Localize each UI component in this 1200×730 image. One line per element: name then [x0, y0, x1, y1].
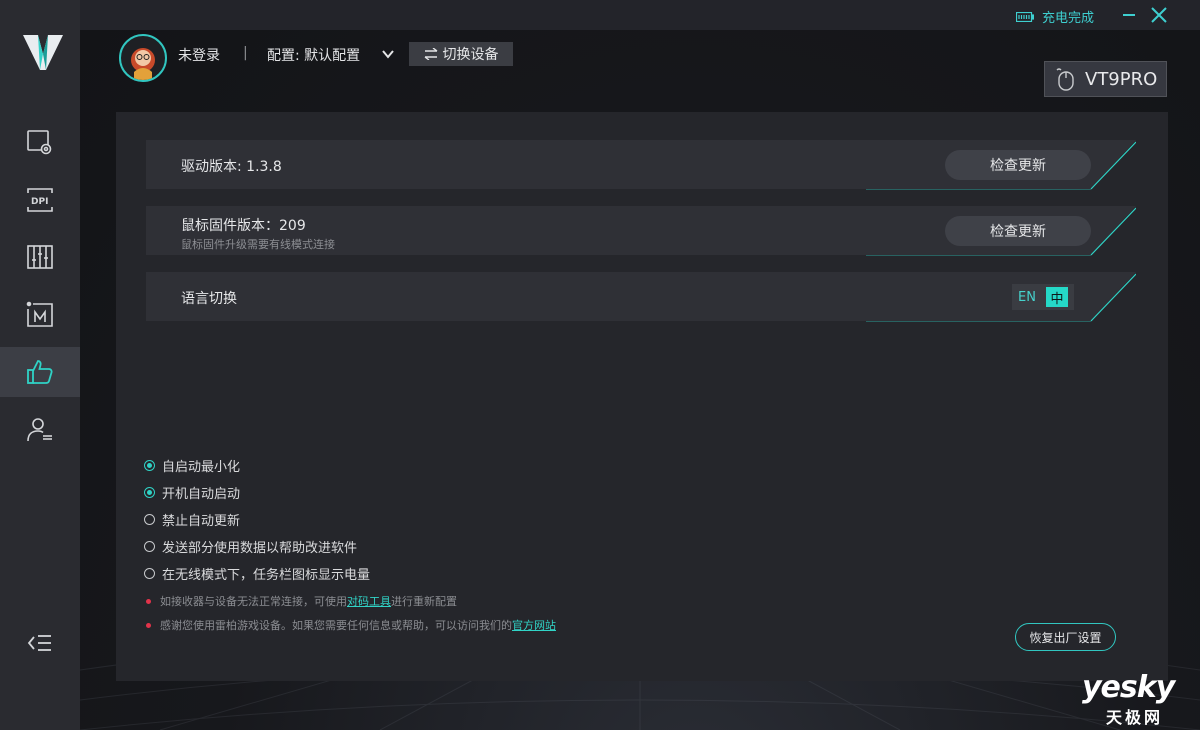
watermark-site-name: 天极网	[1106, 708, 1164, 727]
user-list-icon	[27, 418, 52, 442]
check-firmware-update-button[interactable]: 检查更新	[945, 216, 1091, 246]
language-option-en[interactable]: EN	[1012, 290, 1042, 305]
charge-status-text: 充电完成	[1042, 11, 1095, 26]
watermark-logo-text: yesky	[1082, 670, 1175, 705]
equalizer-sliders-icon	[27, 245, 53, 269]
note-text-before: 感谢您使用雷柏游戏设备。如果您需要任何信息或帮助，可以访问我们的	[160, 619, 512, 632]
header-divider: |	[243, 45, 248, 61]
screen-settings-icon	[27, 130, 52, 155]
firmware-version-row: 鼠标固件版本：209 鼠标固件升级需要有线模式连接 检查更新	[146, 206, 1136, 256]
option-label: 发送部分使用数据以帮助改进软件	[162, 541, 358, 556]
pairing-note: 如接收器与设备无法正常连接，可使用对码工具进行重新配置	[146, 593, 457, 609]
option-label: 开机自动启动	[162, 487, 241, 502]
row-background	[146, 272, 1136, 322]
pairing-tool-link[interactable]: 对码工具	[347, 595, 391, 608]
battery-icon	[1016, 11, 1034, 22]
note-text: 感谢您使用雷柏游戏设备。如果您需要任何信息或帮助，可以访问我们的官方网站	[160, 617, 556, 633]
radio-checked[interactable]	[144, 460, 155, 471]
sidebar-item-recommend[interactable]	[0, 347, 80, 397]
sidebar-item-equalizer[interactable]	[0, 232, 80, 282]
sidebar-item-macro[interactable]	[0, 290, 80, 340]
v-logo-icon	[23, 35, 63, 70]
language-toggle[interactable]: EN 中	[1012, 284, 1074, 310]
sidebar-item-screen-settings[interactable]	[0, 117, 80, 167]
language-option-zh[interactable]: 中	[1046, 287, 1068, 307]
sidebar-item-user[interactable]	[0, 405, 80, 455]
mouse-icon	[1056, 68, 1074, 91]
check-driver-update-button[interactable]: 检查更新	[945, 150, 1091, 180]
driver-version-row: 驱动版本: 1.3.8 检查更新	[146, 140, 1136, 190]
close-button[interactable]	[1148, 4, 1170, 26]
radio-unchecked[interactable]	[144, 541, 155, 552]
swap-arrows-icon	[424, 48, 437, 60]
radio-checked[interactable]	[144, 487, 155, 498]
option-disable-auto-update[interactable]: 禁止自动更新	[144, 510, 240, 529]
radio-unchecked[interactable]	[144, 514, 155, 525]
sidebar-item-dpi[interactable]: DPI	[0, 175, 80, 225]
note-text-after: 进行重新配置	[391, 595, 457, 608]
yesky-watermark: yesky 天极网	[1082, 670, 1192, 728]
avatar[interactable]	[119, 34, 167, 82]
charge-status: 充电完成	[1016, 7, 1094, 26]
option-auto-start[interactable]: 开机自动启动	[144, 483, 240, 502]
note-bullet	[146, 622, 151, 628]
macro-m-icon	[26, 301, 53, 327]
thanks-note: 感谢您使用雷柏游戏设备。如果您需要任何信息或帮助，可以访问我们的官方网站	[146, 617, 556, 633]
language-row: 语言切换 EN 中	[146, 272, 1136, 322]
device-badge: VT9PRO	[1044, 61, 1167, 97]
firmware-note: 鼠标固件升级需要有线模式连接	[181, 238, 335, 251]
sidebar: DPI	[0, 0, 80, 730]
option-send-usage-data[interactable]: 发送部分使用数据以帮助改进软件	[144, 537, 357, 556]
option-show-battery-in-tray[interactable]: 在无线模式下，任务栏图标显示电量	[144, 564, 370, 583]
thumbs-up-icon	[27, 360, 53, 384]
factory-reset-button[interactable]: 恢复出厂设置	[1015, 623, 1116, 651]
device-name: VT9PRO	[1085, 68, 1158, 90]
radio-unchecked[interactable]	[144, 568, 155, 579]
language-label: 语言切换	[181, 291, 237, 307]
switch-device-button[interactable]: 切换设备	[409, 42, 513, 66]
x-icon	[1151, 7, 1167, 23]
login-status[interactable]: 未登录	[178, 45, 220, 65]
option-label: 禁止自动更新	[162, 514, 241, 529]
collapse-menu-icon	[27, 635, 51, 651]
switch-device-label: 切换设备	[442, 47, 499, 63]
dpi-icon: DPI	[27, 188, 53, 212]
collapse-sidebar-button[interactable]	[0, 620, 80, 666]
svg-text:DPI: DPI	[31, 197, 48, 207]
option-label: 在无线模式下，任务栏图标显示电量	[162, 568, 371, 583]
minus-icon	[1123, 14, 1135, 16]
option-start-minimized[interactable]: 自启动最小化	[144, 456, 240, 475]
note-bullet	[146, 598, 151, 604]
note-text-before: 如接收器与设备无法正常连接，可使用	[160, 595, 347, 608]
avatar-image	[131, 48, 155, 80]
note-text: 如接收器与设备无法正常连接，可使用对码工具进行重新配置	[160, 593, 457, 609]
firmware-version-label: 鼠标固件版本：209	[181, 218, 306, 234]
option-label: 自启动最小化	[162, 460, 241, 475]
official-website-link[interactable]: 官方网站	[512, 619, 556, 632]
config-label: 配置: 默认配置	[267, 48, 361, 64]
chevron-down-icon[interactable]	[380, 46, 396, 62]
minimize-button[interactable]	[1118, 4, 1140, 26]
driver-version-label: 驱动版本: 1.3.8	[181, 159, 282, 175]
